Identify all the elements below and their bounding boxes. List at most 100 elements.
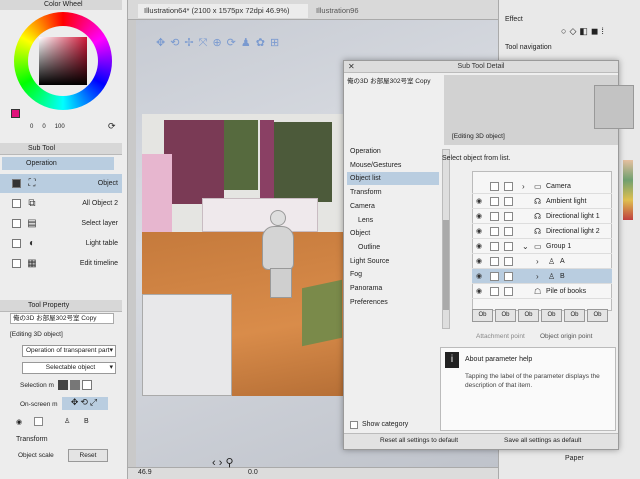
lock-checkbox[interactable] (490, 287, 499, 296)
chevron-down-icon[interactable]: ⌄ (522, 239, 529, 254)
object-list-row[interactable]: ◉ ☊ Directional light 2 (472, 224, 612, 239)
dots-icon[interactable]: ⁞ (601, 26, 604, 40)
select-checkbox[interactable] (504, 212, 513, 221)
select-checkbox[interactable] (504, 182, 513, 191)
tab-illustration96[interactable]: Illustration96 (310, 4, 390, 18)
chevron-right-icon[interactable]: › (536, 269, 539, 284)
category-item[interactable]: Light Source (350, 255, 440, 268)
3d-room-render[interactable] (142, 114, 346, 396)
reset-button[interactable]: Reset (68, 449, 108, 462)
sub-tool-item[interactable]: ▦ Edit timeline (0, 254, 122, 273)
refresh-icon[interactable]: ⟳ (108, 121, 116, 132)
object-list-row[interactable]: ◉ ☊ Directional light 1 (472, 209, 612, 224)
eye-icon[interactable]: ◉ (476, 284, 482, 299)
category-item[interactable]: Transform (350, 186, 440, 199)
category-item[interactable]: Mouse/Gestures (350, 159, 440, 172)
object-list-row[interactable]: ◉ › ♙ A (472, 254, 612, 269)
transparent-part-dropdown[interactable]: Operation of transparent part (22, 345, 116, 357)
object-list-row[interactable]: ◉ ☊ Ambient light (472, 194, 612, 209)
color-wheel-header: Color Wheel (0, 0, 122, 10)
zoom-value[interactable]: 46.9 (138, 469, 152, 476)
category-item[interactable]: Fog (350, 268, 440, 281)
object-toolbar-button[interactable]: Ob (564, 309, 585, 322)
color-wheel[interactable] (14, 12, 112, 110)
object-toolbar-button[interactable]: Ob (541, 309, 562, 322)
object-toolbar-button[interactable]: Ob (587, 309, 608, 322)
category-item[interactable]: Lens (350, 214, 440, 227)
object-toolbar-button[interactable]: Ob (518, 309, 539, 322)
selection-mode-a-button[interactable] (58, 380, 68, 390)
eye-icon[interactable]: ◉ (476, 209, 482, 224)
selection-mode-label: Selection m (20, 382, 54, 389)
layer-checkbox[interactable] (34, 417, 43, 426)
save-all-button[interactable]: Save all settings as default (504, 437, 581, 444)
sub-tool-checkbox[interactable] (12, 199, 21, 208)
category-item[interactable]: Operation (350, 145, 440, 158)
sub-tool-item[interactable]: ◐ Light table (0, 234, 122, 253)
main-color-swatch[interactable] (11, 109, 20, 118)
onscreen-mode-buttons[interactable]: ✥⟲⤢ (62, 397, 108, 410)
chevron-right-icon[interactable]: › (522, 179, 525, 194)
select-checkbox[interactable] (504, 227, 513, 236)
select-checkbox[interactable] (504, 287, 513, 296)
category-item[interactable]: Outline (350, 241, 440, 254)
sub-tool-checkbox[interactable] (12, 219, 21, 228)
eye-icon[interactable]: ◉ (476, 269, 482, 284)
category-item[interactable]: Preferences (350, 296, 440, 309)
show-category-checkbox[interactable] (350, 421, 358, 429)
object-list-row[interactable]: ◉ › ♙ B (472, 269, 612, 284)
lock-checkbox[interactable] (490, 242, 499, 251)
navigation-arrows-icon[interactable]: ‹ › ⚲ (212, 456, 234, 469)
lock-checkbox[interactable] (490, 227, 499, 236)
sub-tool-checkbox[interactable] (12, 239, 21, 248)
tool-property-title: Tool Property (28, 302, 70, 309)
saturation-square[interactable] (39, 37, 87, 85)
object-toolbar-button[interactable]: Ob (495, 309, 516, 322)
sub-tool-checkbox[interactable] (12, 259, 21, 268)
selectable-object-dropdown[interactable]: Selectable object (22, 362, 116, 374)
eye-icon[interactable]: ◉ (16, 418, 22, 426)
eye-icon[interactable]: ◉ (476, 224, 482, 239)
lock-checkbox[interactable] (490, 182, 499, 191)
select-checkbox[interactable] (504, 242, 513, 251)
object-list-row[interactable]: ◉ ☖ Pile of books (472, 284, 612, 299)
diamond-icon[interactable]: ◇ (569, 26, 576, 40)
tab-illustration64[interactable]: Illustration64* (2100 x 1575px 72dpi 46.… (138, 4, 308, 18)
eye-icon[interactable]: ◉ (476, 194, 482, 209)
3d-move-manipulator-icons[interactable]: ✥⟲✢⤧⊕⟳♟✿⊞ (156, 36, 316, 50)
chevron-right-icon[interactable]: › (536, 254, 539, 269)
object-toolbar-button[interactable]: Ob (472, 309, 493, 322)
color-swatch-strip[interactable] (623, 160, 633, 220)
category-scrollbar[interactable] (442, 149, 450, 329)
lock-checkbox[interactable] (490, 197, 499, 206)
selection-mode-c-button[interactable] (82, 380, 92, 390)
select-checkbox[interactable] (504, 197, 513, 206)
lock-checkbox[interactable] (490, 212, 499, 221)
sub-tool-tab[interactable]: Operation (2, 157, 114, 170)
reset-all-button[interactable]: Reset all settings to default (380, 437, 458, 444)
selection-mode-b-button[interactable] (70, 380, 80, 390)
category-item[interactable]: Object list (347, 172, 439, 186)
eye-icon[interactable]: ◉ (476, 239, 482, 254)
lock-checkbox[interactable] (490, 257, 499, 266)
gradient-icon[interactable]: ◧ (579, 26, 588, 40)
tone-icon[interactable]: ◼ (591, 26, 598, 40)
3d-figure[interactable] (262, 226, 294, 270)
category-item[interactable]: Object (350, 227, 440, 240)
lock-checkbox[interactable] (490, 272, 499, 281)
select-checkbox[interactable] (504, 257, 513, 266)
light-icon: ☊ (534, 212, 542, 221)
select-checkbox[interactable] (504, 272, 513, 281)
category-item[interactable]: Panorama (350, 282, 440, 295)
object-list-row[interactable]: ◉ ⌄ ▭ Group 1 (472, 239, 612, 254)
sub-tool-item[interactable]: ⛶ Object (0, 174, 122, 193)
sub-tool-checkbox[interactable] (12, 179, 21, 188)
sub-tool-item[interactable]: ▤ Select layer (0, 214, 122, 233)
category-item[interactable]: Camera (350, 200, 440, 213)
angle-value[interactable]: 0.0 (248, 469, 258, 476)
object-list-row[interactable]: › ▭ Camera (472, 179, 612, 194)
sub-tool-item[interactable]: ⧉ All Object 2 (0, 194, 122, 213)
close-icon[interactable]: ✕ (348, 61, 355, 73)
circle-icon[interactable]: ○ (561, 26, 566, 40)
eye-icon[interactable]: ◉ (476, 254, 482, 269)
